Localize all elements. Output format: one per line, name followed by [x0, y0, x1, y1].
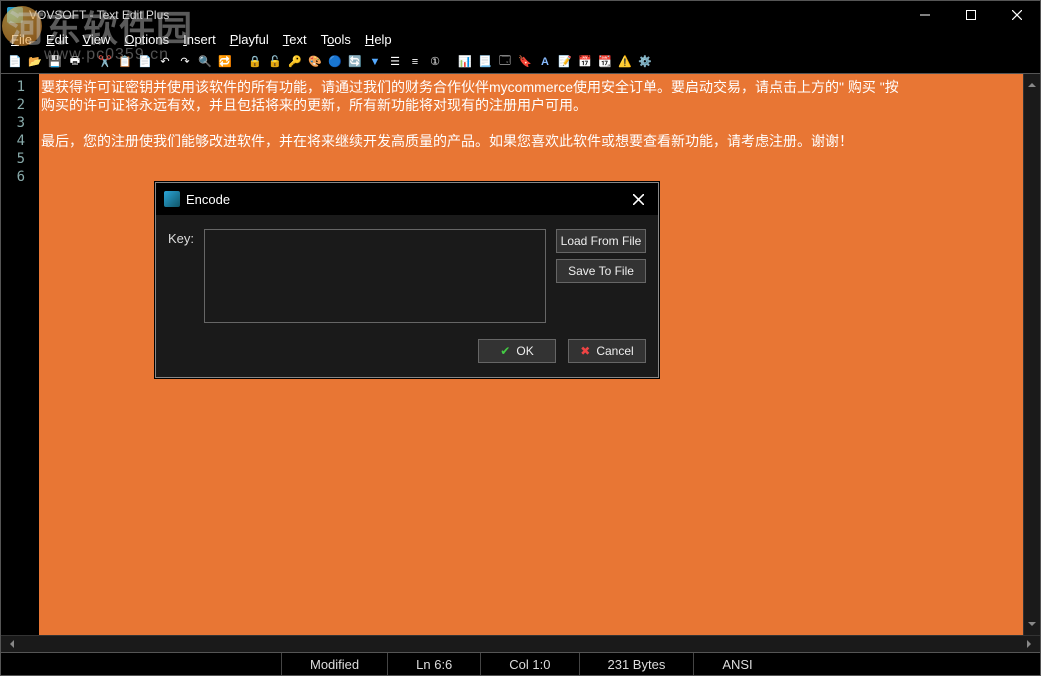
dialog-title: Encode	[186, 192, 618, 207]
line-number: 4	[1, 132, 39, 150]
font-icon[interactable]: A	[537, 54, 553, 70]
bookmark-icon[interactable]: 🔖	[517, 54, 533, 70]
menu-help[interactable]: Help	[359, 32, 398, 47]
window-title: VOVSOFT - Text Edit Plus	[29, 8, 902, 22]
doc-icon[interactable]: 📃	[477, 54, 493, 70]
dialog-footer: ✔ OK ✖ Cancel	[156, 333, 658, 377]
load-from-file-button[interactable]: Load From File	[556, 229, 646, 253]
paste-icon[interactable]: 📄	[137, 54, 153, 70]
titlebar: VOVSOFT - Text Edit Plus	[0, 0, 1041, 28]
line-number: 2	[1, 96, 39, 114]
warning-icon[interactable]: ⚠️	[617, 54, 633, 70]
dialog-body: Key: Load From File Save To File	[156, 215, 658, 333]
close-button[interactable]	[994, 1, 1040, 28]
numbers-icon[interactable]: ①	[427, 54, 443, 70]
status-bytes: 231 Bytes	[579, 653, 694, 675]
menubar: FFileile Edit View Options Insert Playfu…	[0, 28, 1041, 50]
redo-icon[interactable]: ↷	[177, 54, 193, 70]
app-icon	[7, 7, 23, 23]
calendar-icon[interactable]: 📅	[577, 54, 593, 70]
menu-edit[interactable]: Edit	[40, 32, 74, 47]
key-icon[interactable]: 🔑	[287, 54, 303, 70]
save-icon[interactable]: 💾	[47, 54, 63, 70]
unlock-icon[interactable]: 🔓	[267, 54, 283, 70]
copy-icon[interactable]: 📋	[117, 54, 133, 70]
menu-text[interactable]: Text	[277, 32, 313, 47]
dialog-close-button[interactable]	[618, 183, 658, 215]
format-icon[interactable]: 📝	[557, 54, 573, 70]
menu-options[interactable]: Options	[118, 32, 175, 47]
menu-insert[interactable]: Insert	[177, 32, 222, 47]
encode-dialog: Encode Key: Load From File Save To File …	[155, 182, 659, 378]
x-icon: ✖	[580, 344, 590, 358]
status-encoding: ANSI	[693, 653, 780, 675]
sep3	[447, 54, 453, 70]
cancel-button[interactable]: ✖ Cancel	[568, 339, 646, 363]
refresh-icon[interactable]: 🔄	[347, 54, 363, 70]
sep2	[237, 54, 243, 70]
toolbar: 📄 📂 💾 🖶 ✂️ 📋 📄 ↶ ↷ 🔍 🔁 🔒 🔓 🔑 🎨 🔵 🔄 ▼ ☰ ≡…	[0, 50, 1041, 74]
line-number: 3	[1, 114, 39, 132]
rgb-icon[interactable]: 🔵	[327, 54, 343, 70]
dialog-titlebar[interactable]: Encode	[156, 183, 658, 215]
ok-label: OK	[516, 344, 533, 358]
minimize-button[interactable]	[902, 1, 948, 28]
save-to-file-button[interactable]: Save To File	[556, 259, 646, 283]
window-controls	[902, 1, 1040, 28]
key-label: Key:	[168, 229, 194, 323]
ok-button[interactable]: ✔ OK	[478, 339, 556, 363]
status-col: Col 1:0	[480, 653, 578, 675]
open-file-icon[interactable]: 📂	[27, 54, 43, 70]
dialog-side-buttons: Load From File Save To File	[556, 229, 646, 323]
line-number: 1	[1, 78, 39, 96]
replace-icon[interactable]: 🔁	[217, 54, 233, 70]
line-number: 5	[1, 150, 39, 168]
check-icon: ✔	[500, 344, 510, 358]
date-icon[interactable]: 📆	[597, 54, 613, 70]
menu-playful[interactable]: Playful	[224, 32, 275, 47]
menu-view[interactable]: View	[76, 32, 116, 47]
print-icon[interactable]: 🖶	[67, 54, 83, 70]
stats-icon[interactable]: 📊	[457, 54, 473, 70]
new-file-icon[interactable]: 📄	[7, 54, 23, 70]
find-icon[interactable]: 🔍	[197, 54, 213, 70]
undo-icon[interactable]: ↶	[157, 54, 173, 70]
sort-icon[interactable]: ☰	[387, 54, 403, 70]
key-input[interactable]	[204, 229, 546, 323]
maximize-button[interactable]	[948, 1, 994, 28]
menu-file[interactable]: FFileile	[5, 32, 38, 47]
horizontal-scrollbar[interactable]	[1, 635, 1040, 652]
sep	[87, 54, 93, 70]
window-icon[interactable]: 🗔	[497, 54, 513, 70]
cancel-label: Cancel	[596, 344, 633, 358]
color-icon[interactable]: 🎨	[307, 54, 323, 70]
cut-icon[interactable]: ✂️	[97, 54, 113, 70]
status-modified: Modified	[281, 653, 387, 675]
vertical-scrollbar[interactable]	[1023, 74, 1040, 635]
dialog-icon	[164, 191, 180, 207]
filter-icon[interactable]: ▼	[367, 54, 383, 70]
menu-tools[interactable]: Tools	[315, 32, 357, 47]
settings-icon[interactable]: ⚙️	[637, 54, 653, 70]
line-number: 6	[1, 168, 39, 186]
statusbar: Modified Ln 6:6 Col 1:0 231 Bytes ANSI	[0, 652, 1041, 676]
status-line: Ln 6:6	[387, 653, 480, 675]
lock-icon[interactable]: 🔒	[247, 54, 263, 70]
line-gutter: 1 2 3 4 5 6	[1, 74, 39, 652]
list-icon[interactable]: ≡	[407, 54, 423, 70]
